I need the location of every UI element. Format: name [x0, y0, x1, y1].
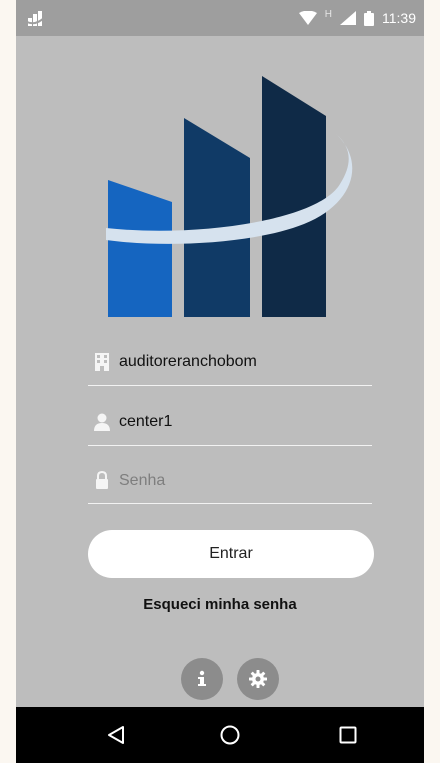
- back-icon: [108, 726, 124, 744]
- user-icon: [94, 413, 110, 431]
- password-input[interactable]: [119, 467, 359, 495]
- login-screen: H 11:39 auditoreranchobom center1 Entrar…: [16, 0, 424, 763]
- info-icon: [198, 670, 206, 686]
- recents-icon: [339, 726, 357, 744]
- company-field[interactable]: auditoreranchobom: [88, 343, 372, 386]
- logo-bar-tall: [262, 76, 326, 317]
- company-value: auditoreranchobom: [119, 353, 257, 370]
- wifi-icon: [298, 11, 317, 25]
- network-type-label: H: [324, 8, 332, 20]
- battery-icon: [364, 10, 374, 26]
- navigation-bar: [16, 707, 424, 763]
- login-button[interactable]: Entrar: [88, 530, 374, 578]
- home-button[interactable]: [216, 721, 244, 749]
- signal-icon: [340, 11, 356, 25]
- recents-button[interactable]: [334, 721, 362, 749]
- clock: 11:39: [382, 10, 416, 26]
- building-icon: [95, 353, 109, 371]
- building-logo: [106, 76, 353, 317]
- forgot-password-link[interactable]: Esqueci minha senha: [16, 596, 424, 613]
- lock-icon: [96, 471, 108, 489]
- settings-button[interactable]: [237, 658, 279, 700]
- username-value: center1: [119, 413, 173, 430]
- back-button[interactable]: [102, 721, 130, 749]
- logo-bar-medium: [184, 118, 250, 317]
- username-field[interactable]: center1: [88, 403, 372, 446]
- logo-bar-short: [108, 180, 172, 317]
- status-icons: H 11:39: [298, 0, 416, 36]
- app-notification-icon: [26, 11, 46, 26]
- home-icon: [220, 725, 240, 745]
- info-button[interactable]: [181, 658, 223, 700]
- gear-icon: [249, 670, 267, 688]
- password-field[interactable]: [88, 461, 372, 504]
- status-bar: H 11:39: [16, 0, 424, 36]
